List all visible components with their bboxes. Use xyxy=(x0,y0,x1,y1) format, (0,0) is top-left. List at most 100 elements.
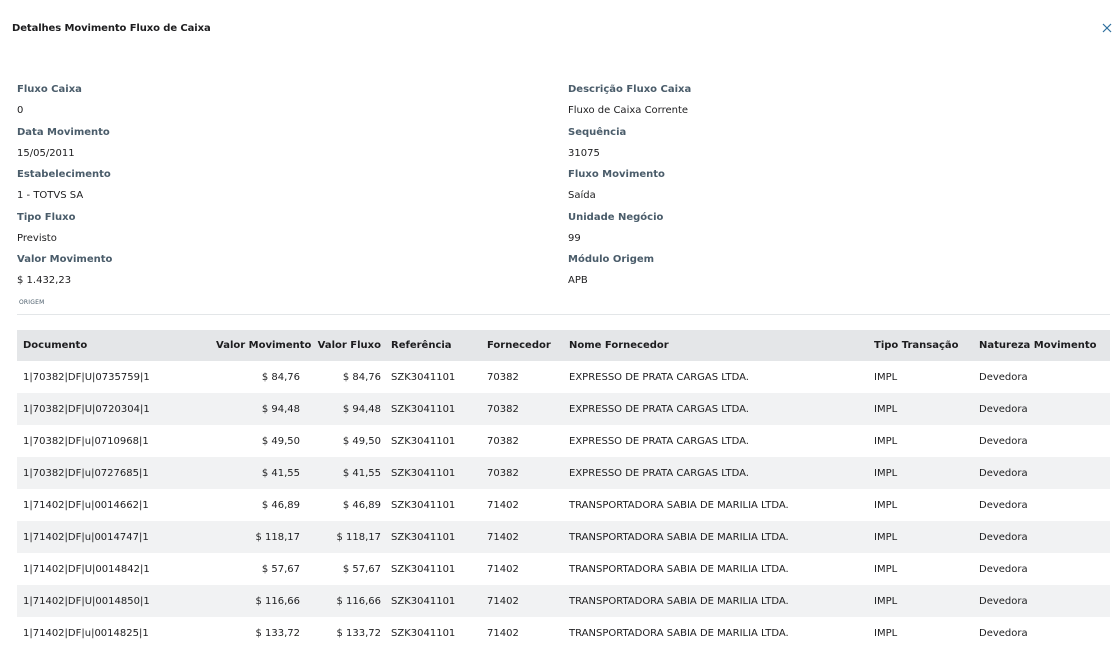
table-row[interactable]: 1|70382|DF|U|0735759|1 $ 84,76 $ 84,76 S… xyxy=(17,361,1110,393)
cell-tipo-transacao: IMPL xyxy=(874,627,898,639)
cell-referencia: SZK3041101 xyxy=(386,457,481,489)
field-modulo-origem: Módulo Origem APB xyxy=(568,253,691,296)
cell-valor-fluxo: $ 41,55 xyxy=(306,457,386,489)
cell-nome-fornecedor: EXPRESSO DE PRATA CARGAS LTDA. xyxy=(563,457,868,489)
cell-natureza-movimento: Devedora xyxy=(979,627,1028,639)
column-header-nome-fornecedor[interactable]: Nome Fornecedor xyxy=(563,330,868,361)
cell-valor-fluxo: $ 133,72 xyxy=(336,627,381,639)
cell-tipo-transacao: IMPL xyxy=(868,521,973,553)
cell-fornecedor: 70382 xyxy=(481,457,563,489)
field-label: Módulo Origem xyxy=(568,254,655,266)
column-header-valor-fluxo[interactable]: Valor Fluxo xyxy=(306,330,386,361)
cell-valor-fluxo: $ 116,66 xyxy=(306,585,386,617)
cell-valor-fluxo: $ 84,76 xyxy=(342,371,381,383)
field-value: APB xyxy=(568,275,588,287)
field-label: Estabelecimento xyxy=(17,169,111,181)
table-row[interactable]: 1|70382|DF|u|0710968|1 $ 49,50 $ 49,50 S… xyxy=(17,425,1110,457)
detail-fields-right: Descrição Fluxo Caixa Fluxo de Caixa Cor… xyxy=(568,83,691,296)
cell-nome-fornecedor: TRANSPORTADORA SABIA DE MARILIA LTDA. xyxy=(569,499,789,511)
cell-valor-fluxo: $ 118,17 xyxy=(306,521,386,553)
cell-valor-fluxo: $ 57,67 xyxy=(342,563,381,575)
cell-valor-movimento: $ 133,72 xyxy=(255,627,300,639)
column-header-referencia[interactable]: Referência xyxy=(386,330,481,361)
cell-fornecedor: 70382 xyxy=(487,371,519,383)
field-descricao-fluxo-caixa: Descrição Fluxo Caixa Fluxo de Caixa Cor… xyxy=(568,83,691,126)
close-icon xyxy=(1102,23,1112,33)
cell-referencia: SZK3041101 xyxy=(391,499,456,511)
table-row[interactable]: 1|71402|DF|u|0014825|1 $ 133,72 $ 133,72… xyxy=(17,617,1110,649)
field-label: Descrição Fluxo Caixa xyxy=(568,84,692,95)
cell-referencia: SZK3041101 xyxy=(391,371,456,383)
cell-documento: 1|71402|DF|U|0014850|1 xyxy=(17,585,210,617)
cell-fornecedor: 71402 xyxy=(487,563,519,575)
cell-natureza-movimento: Devedora xyxy=(979,563,1028,575)
cell-valor-fluxo: $ 49,50 xyxy=(342,435,381,447)
cell-documento: 1|71402|DF|u|0014662|1 xyxy=(23,499,149,511)
cell-documento: 1|70382|DF|u|0710968|1 xyxy=(23,435,149,447)
cell-fornecedor: 71402 xyxy=(487,499,519,511)
column-header-fornecedor[interactable]: Fornecedor xyxy=(481,330,563,361)
column-header-valor-movimento[interactable]: Valor Movimento xyxy=(210,330,311,361)
field-fluxo-caixa: Fluxo Caixa 0 xyxy=(17,83,112,126)
table-row[interactable]: 1|70382|DF|u|0727685|1 $ 41,55 $ 41,55 S… xyxy=(17,457,1110,489)
cell-documento: 1|71402|DF|u|0014825|1 xyxy=(23,627,149,639)
field-value: 31075 xyxy=(568,147,600,159)
cell-nome-fornecedor: TRANSPORTADORA SABIA DE MARILIA LTDA. xyxy=(569,627,789,639)
field-label: Valor Movimento xyxy=(17,254,113,266)
field-sequencia: Sequência 31075 xyxy=(568,126,691,169)
table-row[interactable]: 1|71402|DF|u|0014747|1 $ 118,17 $ 118,17… xyxy=(17,521,1110,553)
cell-referencia: SZK3041101 xyxy=(386,585,481,617)
cell-natureza-movimento: Devedora xyxy=(973,457,1110,489)
field-valor-movimento: Valor Movimento $ 1.432,23 xyxy=(17,253,112,296)
cell-tipo-transacao: IMPL xyxy=(874,371,898,383)
cell-valor-movimento: $ 49,50 xyxy=(261,435,300,447)
cell-fornecedor: 70382 xyxy=(487,435,519,447)
cell-valor-movimento: $ 94,48 xyxy=(210,393,306,425)
column-header-documento[interactable]: Documento xyxy=(17,330,210,361)
cell-documento: 1|70382|DF|U|0735759|1 xyxy=(23,371,150,383)
field-value: 15/05/2011 xyxy=(17,147,75,159)
cell-fornecedor: 71402 xyxy=(481,585,563,617)
field-label: Sequência xyxy=(568,126,627,138)
field-data-movimento: Data Movimento 15/05/2011 xyxy=(17,126,112,169)
cell-referencia: SZK3041101 xyxy=(386,393,481,425)
column-header-natureza-movimento[interactable]: Natureza Movimento xyxy=(973,330,1110,361)
cell-tipo-transacao: IMPL xyxy=(868,393,973,425)
cell-valor-fluxo: $ 94,48 xyxy=(306,393,386,425)
close-button[interactable] xyxy=(1100,21,1114,35)
cell-valor-movimento: $ 57,67 xyxy=(261,563,300,575)
cell-natureza-movimento: Devedora xyxy=(973,521,1110,553)
cell-valor-movimento: $ 116,66 xyxy=(210,585,306,617)
divider xyxy=(17,314,1110,315)
field-value: 0 xyxy=(17,105,24,116)
detail-fields-left: Fluxo Caixa 0 Data Movimento 15/05/2011 … xyxy=(17,83,112,296)
cell-tipo-transacao: IMPL xyxy=(868,457,973,489)
cell-valor-movimento: $ 84,76 xyxy=(261,371,300,383)
field-unidade-negocio: Unidade Negócio 99 xyxy=(568,211,691,254)
table-row[interactable]: 1|71402|DF|u|0014662|1 $ 46,89 $ 46,89 S… xyxy=(17,489,1110,521)
field-value: Saída xyxy=(568,190,596,202)
section-label-origem: ORIGEM xyxy=(19,299,45,306)
column-header-tipo-transacao[interactable]: Tipo Transação xyxy=(868,330,973,361)
field-label: Data Movimento xyxy=(17,126,110,138)
cell-nome-fornecedor: TRANSPORTADORA SABIA DE MARILIA LTDA. xyxy=(563,585,868,617)
cell-tipo-transacao: IMPL xyxy=(874,499,898,511)
cell-documento: 1|70382|DF|U|0720304|1 xyxy=(17,393,210,425)
field-label: Fluxo Movimento xyxy=(568,169,665,181)
cell-tipo-transacao: IMPL xyxy=(868,585,973,617)
cell-valor-movimento: $ 41,55 xyxy=(210,457,306,489)
cell-fornecedor: 70382 xyxy=(481,393,563,425)
cell-natureza-movimento: Devedora xyxy=(973,585,1110,617)
cell-tipo-transacao: IMPL xyxy=(874,435,898,447)
field-tipo-fluxo: Tipo Fluxo Previsto xyxy=(17,211,112,254)
table-row[interactable]: 1|71402|DF|U|0014842|1 $ 57,67 $ 57,67 S… xyxy=(17,553,1110,585)
cell-valor-movimento: $ 118,17 xyxy=(210,521,306,553)
table-row[interactable]: 1|71402|DF|U|0014850|1 $ 116,66 $ 116,66… xyxy=(17,585,1110,617)
cell-natureza-movimento: Devedora xyxy=(979,435,1028,447)
cell-referencia: SZK3041101 xyxy=(391,563,456,575)
field-value: 99 xyxy=(568,232,581,244)
field-value: Fluxo de Caixa Corrente xyxy=(568,105,689,116)
field-value: $ 1.432,23 xyxy=(17,275,72,287)
field-label: Unidade Negócio xyxy=(568,211,664,223)
table-row[interactable]: 1|70382|DF|U|0720304|1 $ 94,48 $ 94,48 S… xyxy=(17,393,1110,425)
